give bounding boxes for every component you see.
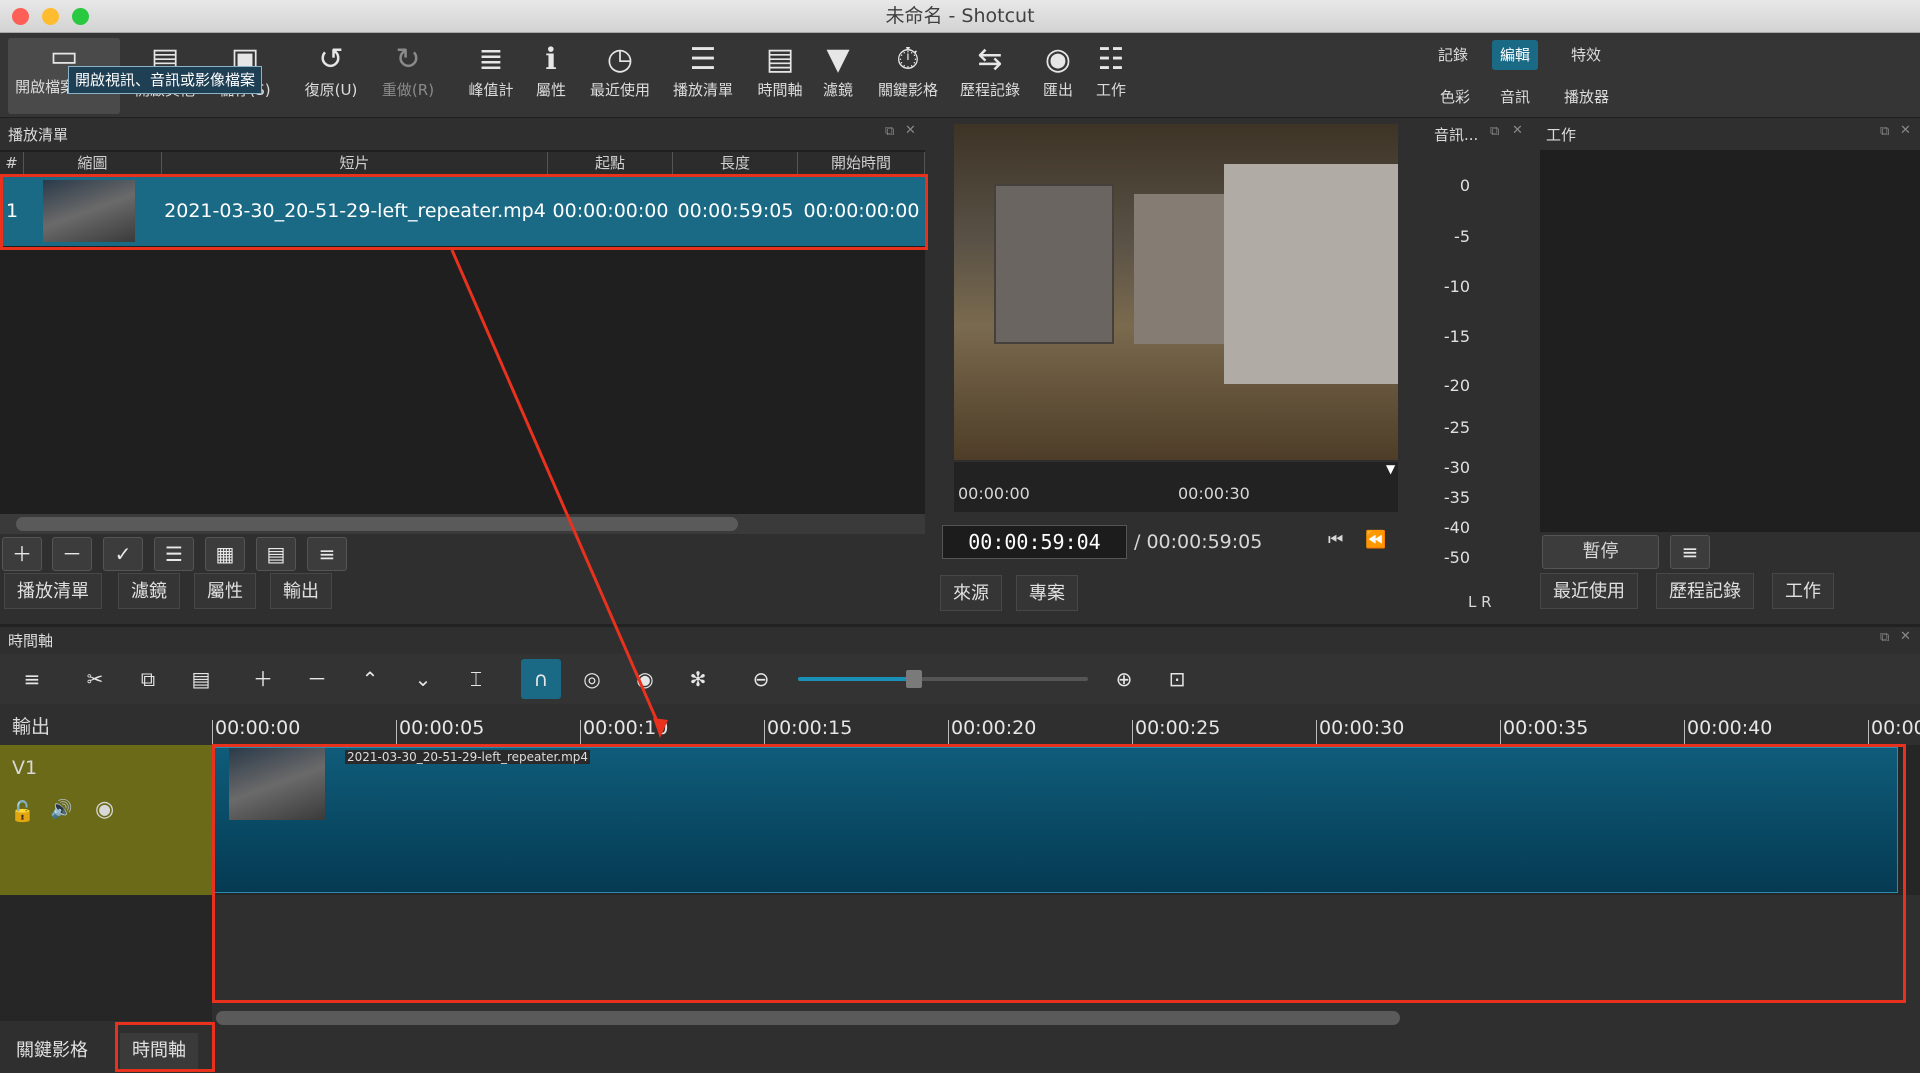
- annotation-arrow: [450, 249, 668, 738]
- shotcut-window: 未命名 - Shotcut ▭開啟檔案(O)... ▤開啟其他 ▣儲存(S) ↺…: [0, 0, 1920, 1073]
